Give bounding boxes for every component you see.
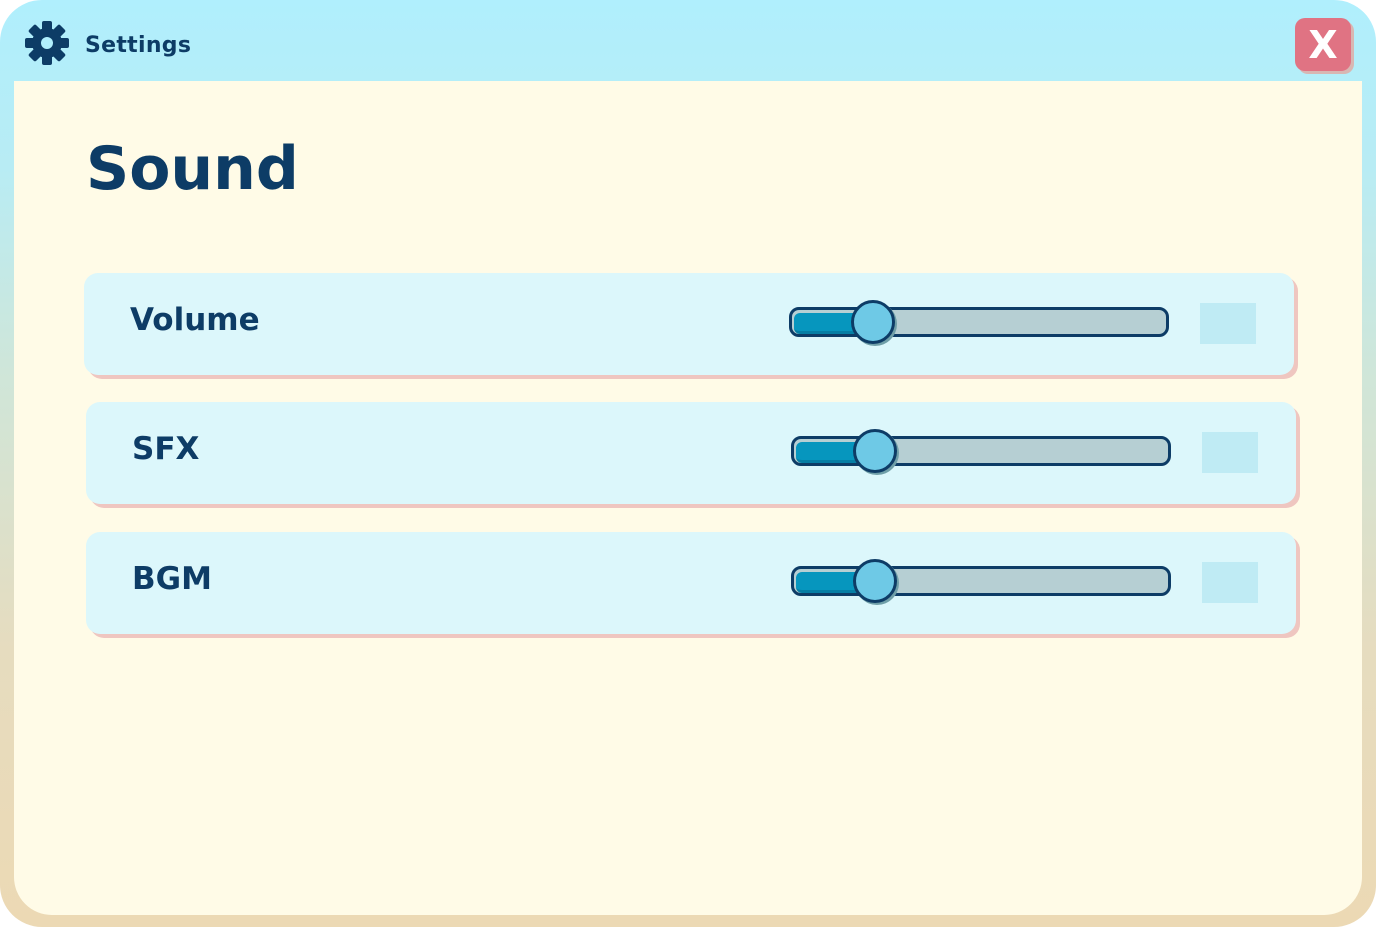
slider-label: Volume	[130, 302, 260, 338]
slider-value-box	[1202, 562, 1258, 603]
slider-row-sfx: SFX	[86, 402, 1296, 504]
close-icon: X	[1308, 22, 1338, 67]
slider-value-box	[1202, 432, 1258, 473]
slider-label: SFX	[132, 431, 200, 467]
slider-knob[interactable]	[850, 300, 895, 344]
volume-slider[interactable]	[789, 300, 1169, 344]
slider-knob[interactable]	[852, 429, 897, 473]
slider-fill	[794, 313, 857, 334]
settings-window: Settings X Sound Volume SFX BGM	[0, 0, 1376, 927]
section-heading: Sound	[86, 134, 299, 204]
slider-fill	[796, 572, 859, 593]
close-button[interactable]: X	[1295, 18, 1351, 71]
slider-fill	[796, 442, 859, 463]
slider-row-bgm: BGM	[86, 532, 1296, 634]
slider-row-volume: Volume	[84, 273, 1294, 375]
gear-icon	[25, 21, 69, 65]
window-title: Settings	[85, 33, 192, 58]
bgm-slider[interactable]	[791, 559, 1171, 603]
sfx-slider[interactable]	[791, 429, 1171, 473]
slider-label: BGM	[132, 561, 212, 597]
settings-panel: Sound Volume SFX BGM	[14, 81, 1362, 915]
title-bar: Settings X	[0, 0, 1376, 81]
slider-knob[interactable]	[852, 559, 897, 603]
slider-value-box	[1200, 303, 1256, 344]
